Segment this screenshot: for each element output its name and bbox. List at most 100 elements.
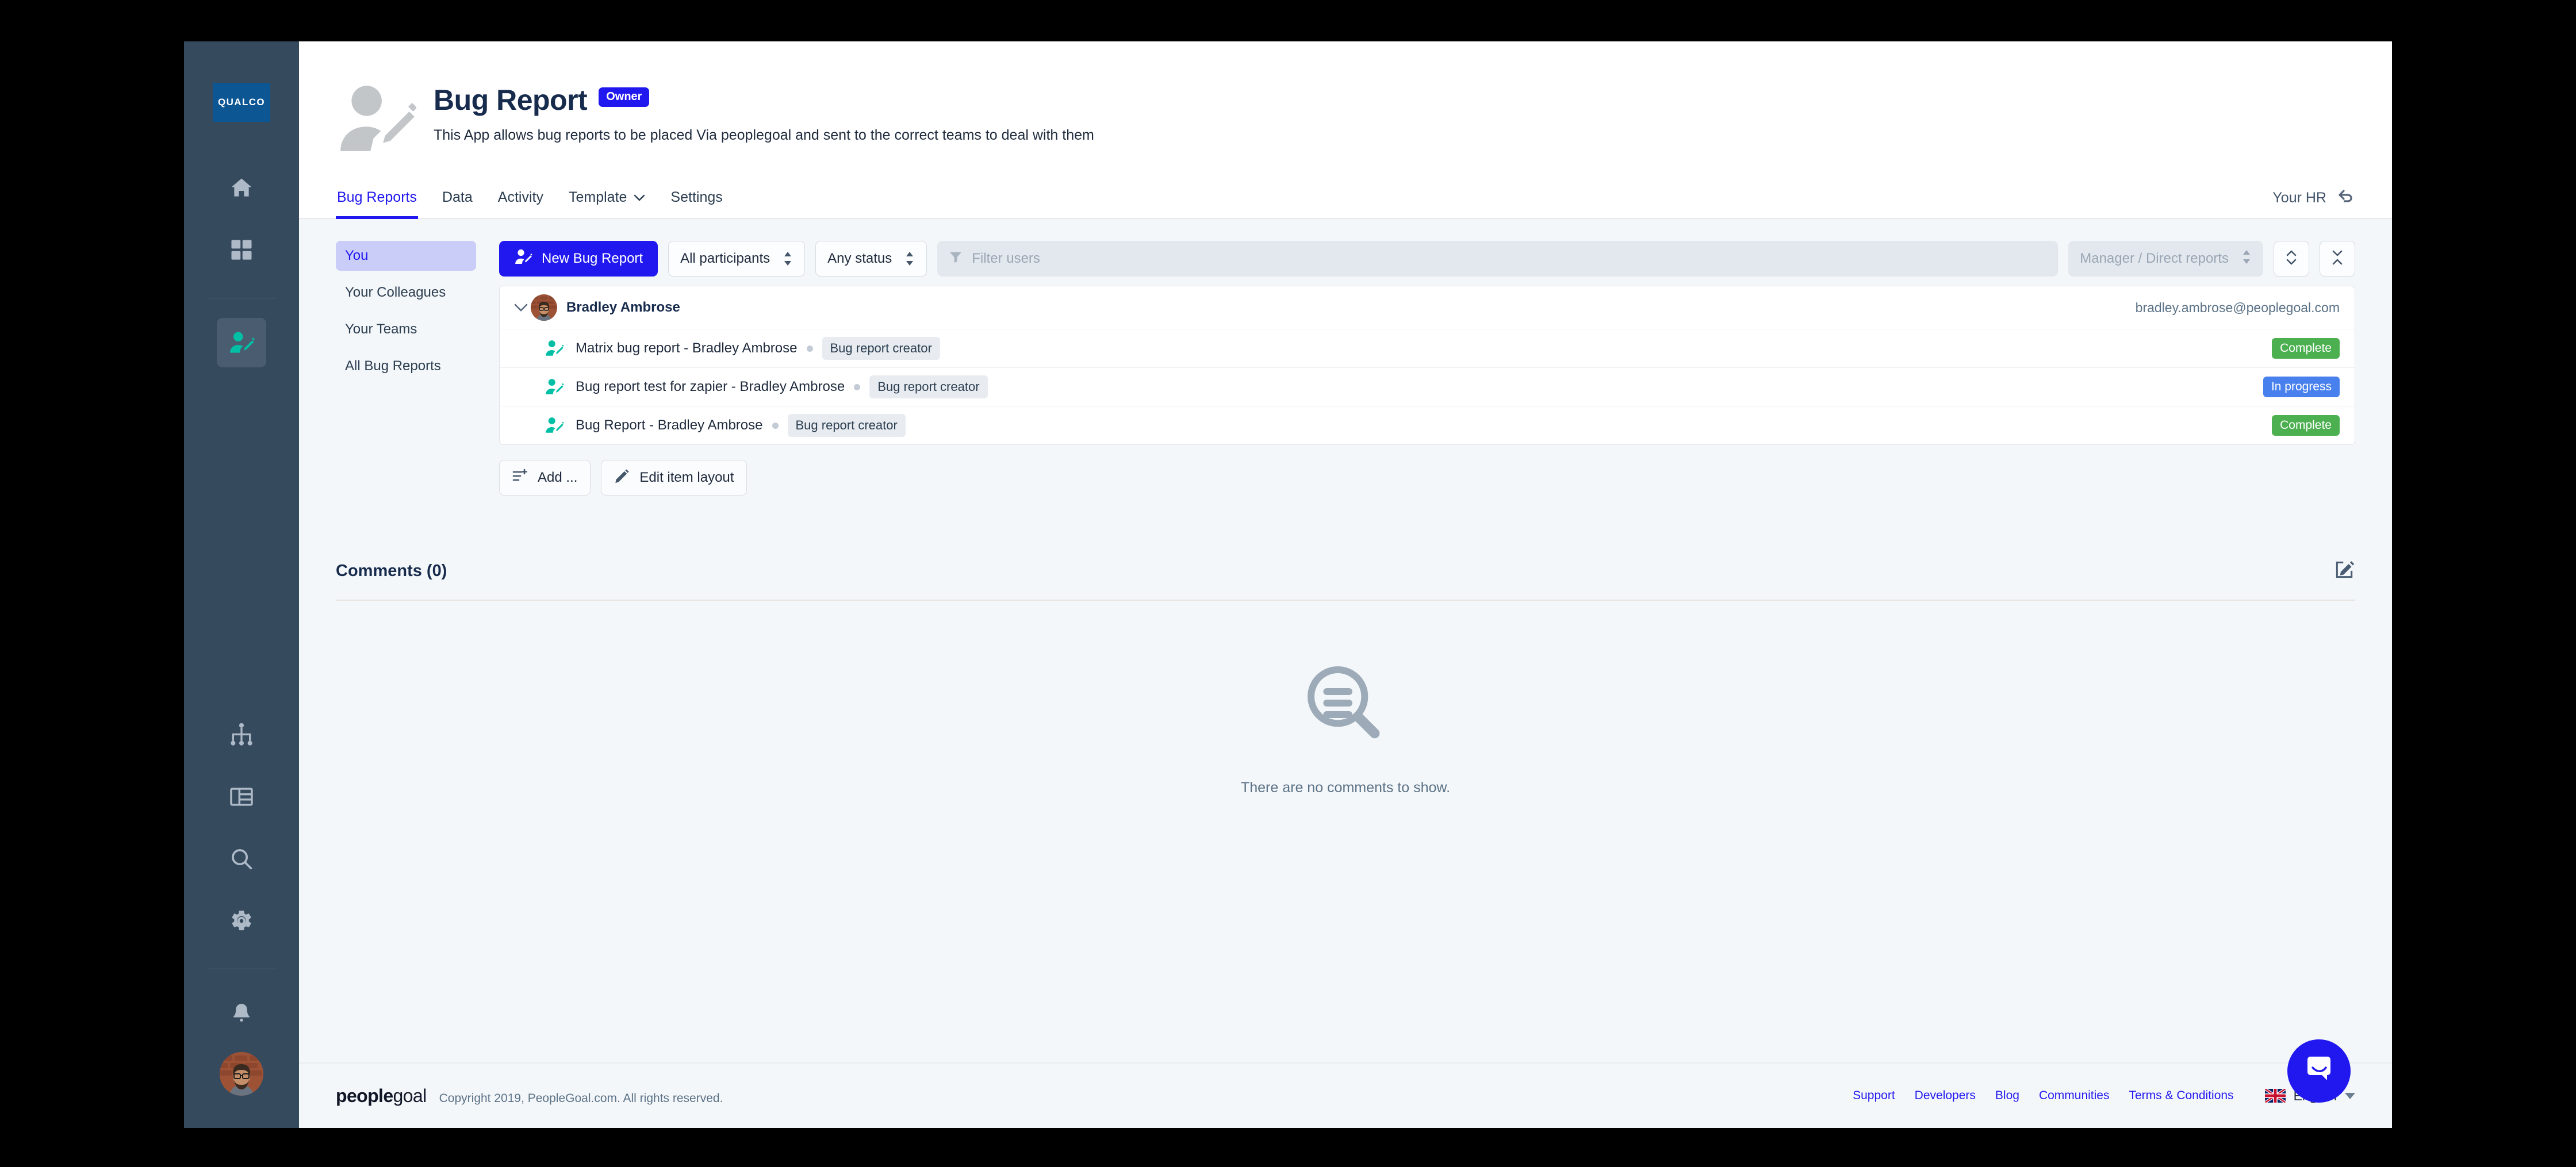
uk-flag-icon (2264, 1089, 2286, 1103)
avatar[interactable] (220, 1052, 263, 1096)
reports-toolbar: New Bug Report All participants Any stat… (499, 241, 2355, 277)
sidebar-item-you[interactable]: You (336, 241, 476, 271)
table-row[interactable]: Bug Report - Bradley Ambrose Bug report … (500, 406, 2355, 444)
role-badge: Bug report creator (869, 375, 988, 398)
gear-icon (229, 908, 254, 934)
user-edit-icon (545, 416, 569, 435)
search-icon (229, 846, 254, 872)
footer-link-support[interactable]: Support (1853, 1089, 1895, 1103)
expand-vertical-icon (2284, 248, 2298, 270)
comments-empty-text: There are no comments to show. (1240, 780, 1451, 796)
tab-bug-reports[interactable]: Bug Reports (336, 189, 418, 219)
your-hr-label: Your HR (2272, 190, 2326, 206)
footer-link-communities[interactable]: Communities (2039, 1089, 2110, 1103)
sidebar-item-your-teams[interactable]: Your Teams (336, 314, 476, 344)
status-badge: In progress (2263, 377, 2340, 397)
tab-label: Template (568, 189, 627, 205)
footer-left: peoplegoal Copyright 2019, PeopleGoal.co… (336, 1085, 723, 1107)
new-bug-report-button[interactable]: New Bug Report (499, 241, 658, 277)
footer-link-developers[interactable]: Developers (1915, 1089, 1976, 1103)
sidebar-item-all-bug-reports[interactable]: All Bug Reports (336, 351, 476, 381)
filter-users-input[interactable]: Filter users (937, 241, 2058, 277)
tab-settings[interactable]: Settings (669, 189, 723, 219)
user-add-icon (514, 248, 532, 270)
footer-link-blog[interactable]: Blog (1995, 1089, 2019, 1103)
body-area: You Your Colleagues Your Teams All Bug R… (299, 219, 2392, 1062)
bug-reports-list: Bradley Ambrose bradley.ambrose@peoplego… (499, 286, 2355, 445)
role-badge: Bug report creator (787, 414, 906, 437)
chat-launcher-button[interactable] (2287, 1039, 2351, 1103)
table-icon (229, 784, 254, 809)
your-hr-link[interactable]: Your HR (2272, 187, 2355, 218)
participants-select[interactable]: All participants (668, 241, 806, 277)
group-name: Bradley Ambrose (566, 300, 680, 315)
user-edit-icon (545, 377, 569, 397)
comments-header: Comments (0) (336, 559, 2355, 601)
sort-updown-icon (2241, 249, 2252, 268)
role-badge: Bug report creator (822, 337, 940, 360)
main-column: Bug Report Owner This App allows bug rep… (299, 41, 2392, 1128)
report-title: Bug report test for zapier - Bradley Amb… (576, 379, 845, 394)
separator-dot (806, 345, 813, 352)
status-select[interactable]: Any status (815, 241, 927, 277)
table-row[interactable]: Bug report test for zapier - Bradley Amb… (500, 368, 2355, 406)
rail-item-settings[interactable] (217, 896, 266, 946)
group-row[interactable]: Bradley Ambrose bradley.ambrose@peoplego… (500, 286, 2355, 329)
bell-icon (229, 1001, 254, 1026)
user-edit-icon (228, 329, 255, 356)
add-list-icon (512, 469, 528, 487)
manager-direct-reports-select[interactable]: Manager / Direct reports (2068, 241, 2263, 277)
chevron-down-icon (2345, 1092, 2355, 1099)
chat-bubble-icon (2303, 1054, 2335, 1089)
status-badge: Complete (2272, 415, 2340, 436)
participants-select-value: All participants (680, 251, 770, 266)
separator-dot (772, 422, 779, 429)
chevron-down-icon[interactable] (511, 303, 531, 313)
rail-item-bug-report-app[interactable] (217, 318, 266, 367)
rail-item-notifications[interactable] (217, 989, 266, 1038)
back-arrow-icon (2336, 187, 2355, 209)
new-bug-report-label: New Bug Report (542, 251, 643, 266)
user-edit-icon (545, 339, 569, 358)
grid-icon (229, 238, 254, 262)
edit-item-layout-label: Edit item layout (639, 470, 734, 485)
rail-item-org-chart[interactable] (217, 710, 266, 759)
expand-collapse-toggle-button[interactable] (2274, 241, 2309, 277)
table-row[interactable]: Matrix bug report - Bradley Ambrose Bug … (500, 329, 2355, 368)
footer-right: Support Developers Blog Communities Term… (1853, 1088, 2355, 1104)
work-area: You Your Colleagues Your Teams All Bug R… (336, 219, 2355, 496)
tab-label: Activity (497, 189, 543, 205)
page-subtitle: This App allows bug reports to be placed… (434, 127, 1094, 143)
rail-item-home[interactable] (217, 163, 266, 213)
tab-data[interactable]: Data (441, 189, 474, 219)
home-icon (229, 175, 254, 201)
peoplegoal-logo-bold: people (336, 1085, 393, 1106)
org-chart-icon (229, 722, 254, 747)
page-header: Bug Report Owner This App allows bug rep… (299, 41, 2392, 160)
edit-item-layout-button[interactable]: Edit item layout (601, 460, 747, 496)
status-badge: Complete (2272, 338, 2340, 359)
sidebar-item-your-colleagues[interactable]: Your Colleagues (336, 278, 476, 308)
page-title: Bug Report (434, 84, 588, 116)
tab-activity[interactable]: Activity (497, 189, 545, 219)
rail-item-apps[interactable] (217, 225, 266, 275)
add-comment-button[interactable] (2333, 559, 2355, 584)
qualco-logo[interactable]: QUALCO (213, 83, 270, 122)
group-avatar (531, 294, 557, 321)
report-title: Matrix bug report - Bradley Ambrose (576, 340, 798, 356)
copyright-text: Copyright 2019, PeopleGoal.com. All righ… (439, 1091, 723, 1105)
tab-label: Data (442, 189, 473, 205)
footer: peoplegoal Copyright 2019, PeopleGoal.co… (299, 1062, 2392, 1128)
collapse-all-button[interactable] (2320, 241, 2355, 277)
sidebar-item-label: You (345, 248, 369, 263)
rail-item-reports[interactable] (217, 772, 266, 821)
rail-item-search[interactable] (217, 834, 266, 884)
tab-bar: Bug Reports Data Activity Template Setti… (299, 187, 2392, 219)
footer-link-terms[interactable]: Terms & Conditions (2129, 1089, 2233, 1103)
tabs: Bug Reports Data Activity Template Setti… (336, 188, 724, 219)
comments-title: Comments (0) (336, 562, 447, 580)
app-avatar-icon (336, 79, 417, 160)
add-button[interactable]: Add ... (499, 460, 591, 496)
app-window: QUALCO Bug Report Owner This App allows … (184, 41, 2392, 1128)
tab-template[interactable]: Template (568, 189, 646, 219)
